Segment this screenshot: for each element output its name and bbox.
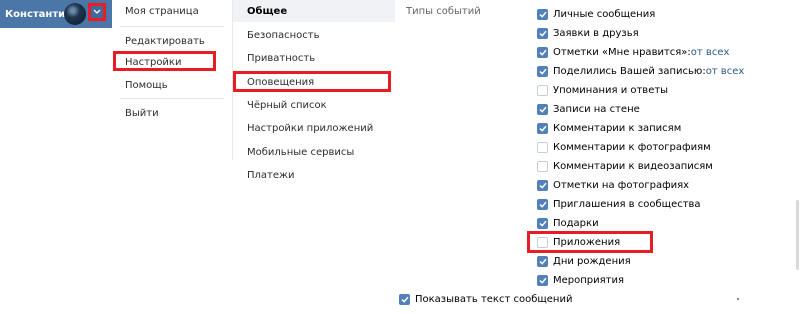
checkmark-icon xyxy=(538,125,547,132)
scrollbar-thumb[interactable] xyxy=(796,200,799,270)
event-option[interactable]: Заявки в друзья xyxy=(537,26,639,40)
scrollbar[interactable] xyxy=(794,0,800,314)
avatar[interactable] xyxy=(64,3,86,25)
event-types-label: Типы событий xyxy=(406,6,481,17)
checkmark-icon xyxy=(538,258,547,265)
chevron-down-icon xyxy=(93,9,101,14)
event-option-label: Комментарии к фотографиям xyxy=(553,141,711,153)
event-option-label: Комментарии к записям xyxy=(553,122,682,134)
nav-item-blacklist[interactable]: Чёрный список xyxy=(247,100,327,111)
event-option-label: Отметки «Мне нравится»: xyxy=(553,46,691,58)
apps-highlight-box xyxy=(527,231,653,253)
menu-divider xyxy=(120,26,224,27)
checkmark-icon xyxy=(538,11,547,18)
notifications-highlight-box xyxy=(233,71,391,92)
event-option-label: Заявки в друзья xyxy=(553,27,639,39)
event-option-checkbox[interactable] xyxy=(537,141,548,153)
checkmark-icon xyxy=(400,296,409,303)
event-option-checkbox[interactable] xyxy=(537,160,548,172)
user-name[interactable]: Константин xyxy=(5,9,72,20)
checkmark-icon xyxy=(538,201,547,208)
checkmark-icon xyxy=(538,30,547,37)
event-option-label: Личные сообщения xyxy=(553,8,656,20)
event-option-checkbox[interactable] xyxy=(537,179,548,191)
event-option-scope-link[interactable]: от всех xyxy=(706,66,745,77)
event-option[interactable]: Приглашения в сообщества xyxy=(537,197,701,211)
menu-item-my-page[interactable]: Моя страница xyxy=(125,6,199,17)
event-option[interactable]: Отметки «Мне нравится»: от всех xyxy=(537,45,729,59)
event-option-checkbox[interactable] xyxy=(537,103,548,115)
checkmark-icon xyxy=(538,182,547,189)
event-option[interactable]: Записи на стене xyxy=(537,102,640,116)
event-option[interactable]: Отметки на фотографиях xyxy=(537,178,689,192)
event-option[interactable]: Личные сообщения xyxy=(537,7,655,21)
event-option-checkbox[interactable] xyxy=(537,84,548,96)
checkmark-icon xyxy=(538,220,547,227)
user-dropdown-menu: Моя страница Редактировать Настройки Пом… xyxy=(112,0,233,160)
event-option-scope-link[interactable]: от всех xyxy=(691,47,730,58)
event-option-label: Упоминания и ответы xyxy=(553,84,669,96)
menu-divider xyxy=(120,98,224,99)
event-option-checkbox[interactable] xyxy=(537,274,548,286)
settings-nav: Общее Безопасность Приватность Оповещени… xyxy=(233,0,395,200)
event-option-checkbox[interactable] xyxy=(537,198,548,210)
show-text-checkbox[interactable] xyxy=(399,293,410,305)
menu-item-edit[interactable]: Редактировать xyxy=(125,36,205,47)
nav-item-payments[interactable]: Платежи xyxy=(247,170,295,181)
event-option-checkbox[interactable] xyxy=(537,8,548,20)
show-text-option[interactable]: Показывать текст сообщений xyxy=(399,292,572,306)
event-option[interactable]: Поделились Вашей записью: от всех xyxy=(537,64,744,78)
checkmark-icon xyxy=(538,277,547,284)
event-option-label: Поделились Вашей записью: xyxy=(553,65,706,77)
nav-item-privacy[interactable]: Приватность xyxy=(247,53,315,64)
event-option[interactable]: Комментарии к записям xyxy=(537,121,681,135)
settings-highlight-box xyxy=(113,51,216,71)
event-option-checkbox[interactable] xyxy=(537,27,548,39)
nav-item-security[interactable]: Безопасность xyxy=(247,30,320,41)
checkmark-icon xyxy=(538,106,547,113)
event-option[interactable]: Комментарии к видеозаписям xyxy=(537,159,713,173)
menu-item-help[interactable]: Помощь xyxy=(125,80,168,91)
event-option-checkbox[interactable] xyxy=(537,122,548,134)
event-option-label: Дни рождения xyxy=(553,255,631,267)
checkmark-icon xyxy=(538,49,547,56)
event-option[interactable]: Упоминания и ответы xyxy=(537,83,668,97)
event-option-label: Подарки xyxy=(553,217,599,229)
nav-item-mobile-services[interactable]: Мобильные сервисы xyxy=(247,147,354,158)
event-option[interactable]: Дни рождения xyxy=(537,254,631,268)
event-option[interactable]: Подарки xyxy=(537,216,599,230)
nav-item-general[interactable]: Общее xyxy=(247,6,287,17)
event-option-checkbox[interactable] xyxy=(537,46,548,58)
event-option-checkbox[interactable] xyxy=(537,255,548,267)
user-header[interactable]: Константин xyxy=(0,0,113,28)
show-text-label: Показывать текст сообщений xyxy=(415,293,573,305)
event-option-label: Отметки на фотографиях xyxy=(553,179,690,191)
event-option-label: Комментарии к видеозаписям xyxy=(553,160,713,172)
checkmark-icon xyxy=(538,68,547,75)
event-option-label: Приглашения в сообщества xyxy=(553,198,701,210)
event-option-checkbox[interactable] xyxy=(537,217,548,229)
menu-item-logout[interactable]: Выйти xyxy=(125,108,159,119)
event-option-checkbox[interactable] xyxy=(537,65,548,77)
user-menu-toggle[interactable] xyxy=(88,3,106,21)
nav-item-app-settings[interactable]: Настройки приложений xyxy=(247,123,373,134)
event-option-label: Записи на стене xyxy=(553,103,640,115)
event-option[interactable]: Мероприятия xyxy=(537,273,624,287)
decorative-dot xyxy=(737,298,739,300)
event-option-label: Мероприятия xyxy=(553,274,624,286)
event-option[interactable]: Комментарии к фотографиям xyxy=(537,140,711,154)
